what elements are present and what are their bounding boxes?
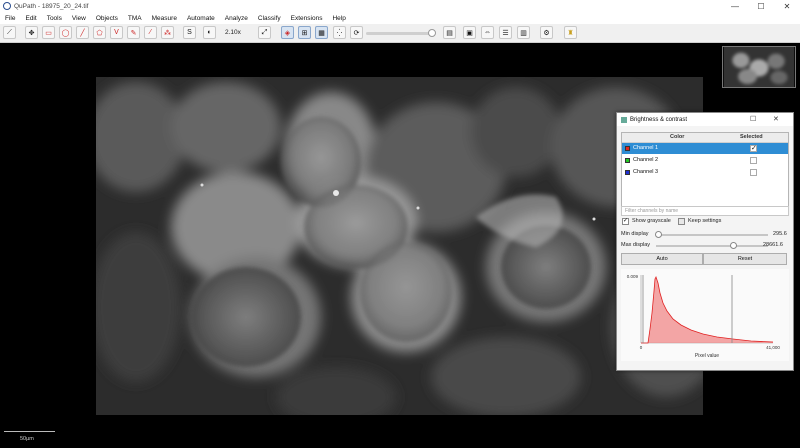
minimize-button[interactable]: —: [722, 0, 748, 12]
pixel-classification-icon[interactable]: ▣: [463, 26, 476, 39]
menu-extensions[interactable]: Extensions: [291, 15, 323, 22]
show-grayscale-label: Show grayscale: [632, 218, 671, 224]
rectangle-tool-icon[interactable]: ▭: [42, 26, 55, 39]
settings-icon[interactable]: ⚙: [540, 26, 553, 39]
channel-color-swatch: [625, 158, 630, 163]
ellipse-tool-icon[interactable]: ◯: [59, 26, 72, 39]
keep-settings-label: Keep settings: [688, 218, 722, 224]
dialog-close-icon[interactable]: ✕: [773, 115, 779, 123]
min-display-label: Min display: [621, 231, 649, 237]
brightness-contrast-icon[interactable]: ◐: [203, 26, 216, 39]
scale-bar: [4, 431, 55, 432]
min-display-slider[interactable]: [656, 234, 768, 236]
polyline-tool-icon[interactable]: V: [110, 26, 123, 39]
grid-icon[interactable]: ☰: [499, 26, 512, 39]
channel-row[interactable]: Channel 1 ✓: [622, 143, 788, 154]
min-display-value: 295.6: [773, 231, 787, 237]
menu-classify[interactable]: Classify: [258, 15, 281, 22]
points-tool-icon[interactable]: ⁂: [161, 26, 174, 39]
log-icon[interactable]: ▥: [517, 26, 530, 39]
dialog-app-icon: [621, 116, 627, 123]
min-display-thumb[interactable]: [654, 231, 662, 238]
channel-table: Color Selected Channel 1 ✓ Channel 2 Cha…: [621, 132, 789, 213]
close-button[interactable]: ✕: [774, 0, 800, 12]
channel-name: Channel 2: [633, 157, 659, 163]
reset-button[interactable]: Reset: [703, 253, 787, 265]
menu-bar: File Edit Tools View Objects TMA Measure…: [0, 12, 800, 24]
channel-filter-input[interactable]: Filter channels by name: [621, 206, 789, 216]
move-tool-icon[interactable]: ✥: [25, 26, 38, 39]
line-tool-icon[interactable]: ╱: [76, 26, 89, 39]
fluorescence-image[interactable]: [96, 77, 703, 415]
location-icon[interactable]: ⇔: [481, 26, 494, 39]
scale-bar-label: 50µm: [20, 436, 34, 442]
dialog-title: Brightness & contrast: [630, 116, 688, 123]
histogram-xlabel: Pixel value: [695, 353, 719, 359]
menu-help[interactable]: Help: [332, 15, 345, 22]
histogram-y-top-label: 0.009: [627, 274, 639, 279]
show-tma-grid-icon[interactable]: ⊞: [298, 26, 311, 39]
channel-name: Channel 1: [633, 145, 659, 151]
auto-button[interactable]: Auto: [621, 253, 703, 265]
histogram-chart: 0.009 0 41,000 Pixel value: [621, 269, 789, 361]
max-display-slider[interactable]: [656, 245, 768, 247]
dialog-maximize-icon[interactable]: ☐: [750, 115, 756, 123]
analysis-pane-toggle-icon[interactable]: ⟋: [3, 26, 16, 39]
zoom-level: 2.10x: [225, 29, 241, 36]
menu-objects[interactable]: Objects: [96, 15, 118, 22]
channel-selected-checkbox[interactable]: [750, 157, 757, 164]
max-display-value: 28661.6: [763, 242, 783, 248]
channel-name: Channel 3: [633, 169, 659, 175]
overview-thumbnail[interactable]: [722, 46, 796, 88]
column-color[interactable]: Color: [670, 134, 684, 140]
opacity-slider[interactable]: [366, 32, 432, 35]
menu-measure[interactable]: Measure: [152, 15, 177, 22]
channel-row[interactable]: Channel 2: [622, 155, 788, 166]
window-title: QuPath - 18975_20_24.tif: [14, 2, 89, 10]
selection-mode-icon[interactable]: S: [183, 26, 196, 39]
menu-edit[interactable]: Edit: [25, 15, 36, 22]
zoom-to-fit-icon[interactable]: ⤢: [258, 26, 271, 39]
menu-file[interactable]: File: [5, 15, 15, 22]
brightness-contrast-dialog: Brightness & contrast ☐ ✕ Color Selected…: [616, 112, 794, 371]
polygon-tool-icon[interactable]: ⬠: [93, 26, 106, 39]
toolbar: ⟋ ✥ ▭ ◯ ╱ ⬠ V ✎ ⁄ ⁂ S ◐ 2.10x ⤢ ◈ ⊞ ▦ ⁛ …: [0, 24, 800, 43]
max-display-label: Max display: [621, 242, 651, 248]
overview-icon[interactable]: ▤: [443, 26, 456, 39]
menu-view[interactable]: View: [72, 15, 86, 22]
wand-tool-icon[interactable]: ⁄: [144, 26, 157, 39]
qupath-app-icon: [3, 2, 11, 10]
dialog-title-bar: Brightness & contrast ☐ ✕: [617, 113, 793, 126]
channel-color-swatch: [625, 146, 630, 151]
keep-settings-checkbox[interactable]: [678, 218, 685, 225]
menu-analyze[interactable]: Analyze: [225, 15, 248, 22]
show-annotations-icon[interactable]: ◈: [281, 26, 294, 39]
menu-automate[interactable]: Automate: [187, 15, 215, 22]
show-grayscale-checkbox[interactable]: ✓: [622, 218, 629, 225]
title-bar: QuPath - 18975_20_24.tif — ☐ ✕: [0, 0, 800, 12]
menu-tma[interactable]: TMA: [128, 15, 142, 22]
show-connections-icon[interactable]: ⟳: [350, 26, 363, 39]
fill-detections-icon[interactable]: ⁛: [333, 26, 346, 39]
channel-selected-checkbox[interactable]: [750, 169, 757, 176]
channel-row[interactable]: Channel 3: [622, 167, 788, 178]
max-display-thumb[interactable]: [729, 242, 737, 249]
channel-selected-checkbox[interactable]: ✓: [750, 145, 757, 152]
opacity-slider-thumb[interactable]: [428, 29, 436, 37]
extension-icon[interactable]: ♜: [564, 26, 577, 39]
channel-color-swatch: [625, 170, 630, 175]
channel-table-header: Color Selected: [622, 133, 788, 143]
brush-tool-icon[interactable]: ✎: [127, 26, 140, 39]
show-detections-icon[interactable]: ▦: [315, 26, 328, 39]
menu-tools[interactable]: Tools: [47, 15, 62, 22]
maximize-button[interactable]: ☐: [748, 0, 774, 12]
histogram-x-max-label: 41,000: [766, 345, 780, 350]
column-selected[interactable]: Selected: [740, 134, 763, 140]
